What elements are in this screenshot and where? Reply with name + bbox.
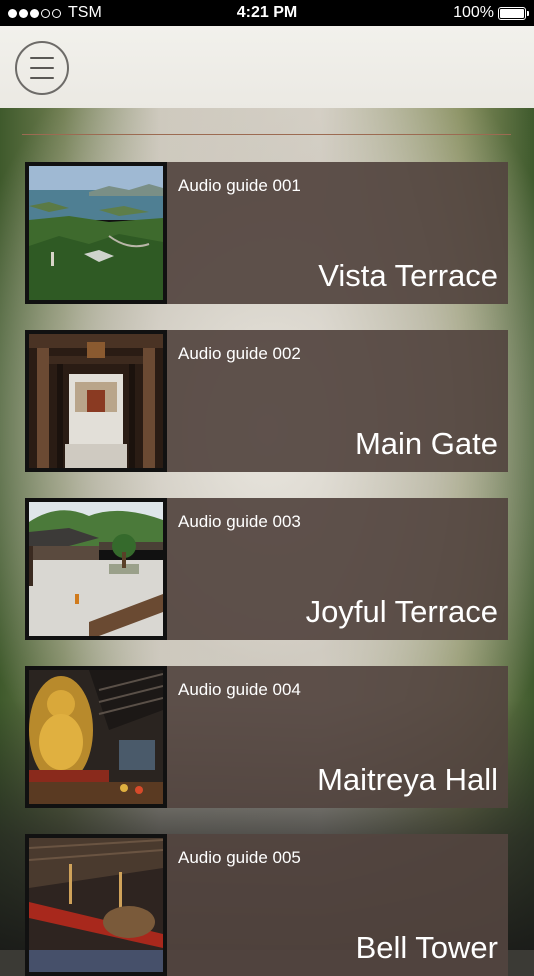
- battery-icon: [498, 6, 529, 20]
- audio-guide-item[interactable]: Audio guide 005 Bell Tower: [25, 834, 508, 976]
- audio-guide-item[interactable]: Audio guide 002 Main Gate: [25, 330, 508, 472]
- audio-guide-item[interactable]: Audio guide 004 Maitreya Hall: [25, 666, 508, 808]
- guide-info-panel: Audio guide 001 Vista Terrace: [167, 162, 508, 304]
- guide-thumbnail: [25, 498, 167, 640]
- guide-title: Joyful Terrace: [305, 594, 498, 629]
- battery-percent: 100%: [453, 4, 494, 21]
- guide-thumbnail: [25, 330, 167, 472]
- audio-guide-item[interactable]: Audio guide 001 Vista Terrace: [25, 162, 508, 304]
- guide-number-label: Audio guide 005: [178, 848, 301, 867]
- status-bar: TSM 4:21 PM 100%: [0, 0, 534, 26]
- guide-number-label: Audio guide 004: [178, 680, 301, 699]
- app-header: [0, 26, 534, 108]
- guide-number-label: Audio guide 001: [178, 176, 301, 195]
- guide-title: Main Gate: [354, 426, 498, 461]
- guide-thumbnail: [25, 666, 167, 808]
- guide-title: Bell Tower: [355, 930, 498, 965]
- guide-number-label: Audio guide 002: [178, 344, 301, 363]
- guide-info-panel: Audio guide 003 Joyful Terrace: [167, 498, 508, 640]
- audio-guide-item[interactable]: Audio guide 003 Joyful Terrace: [25, 498, 508, 640]
- guide-thumbnail: [25, 162, 167, 304]
- menu-button[interactable]: [15, 41, 69, 95]
- battery-status: 100%: [453, 4, 529, 22]
- guide-number-label: Audio guide 003: [178, 512, 301, 531]
- guide-title: Maitreya Hall: [317, 762, 498, 797]
- header-divider: [22, 134, 511, 135]
- guide-thumbnail: [25, 834, 167, 976]
- guide-info-panel: Audio guide 005 Bell Tower: [167, 834, 508, 976]
- guide-title: Vista Terrace: [318, 258, 498, 293]
- guide-info-panel: Audio guide 004 Maitreya Hall: [167, 666, 508, 808]
- guide-info-panel: Audio guide 002 Main Gate: [167, 330, 508, 472]
